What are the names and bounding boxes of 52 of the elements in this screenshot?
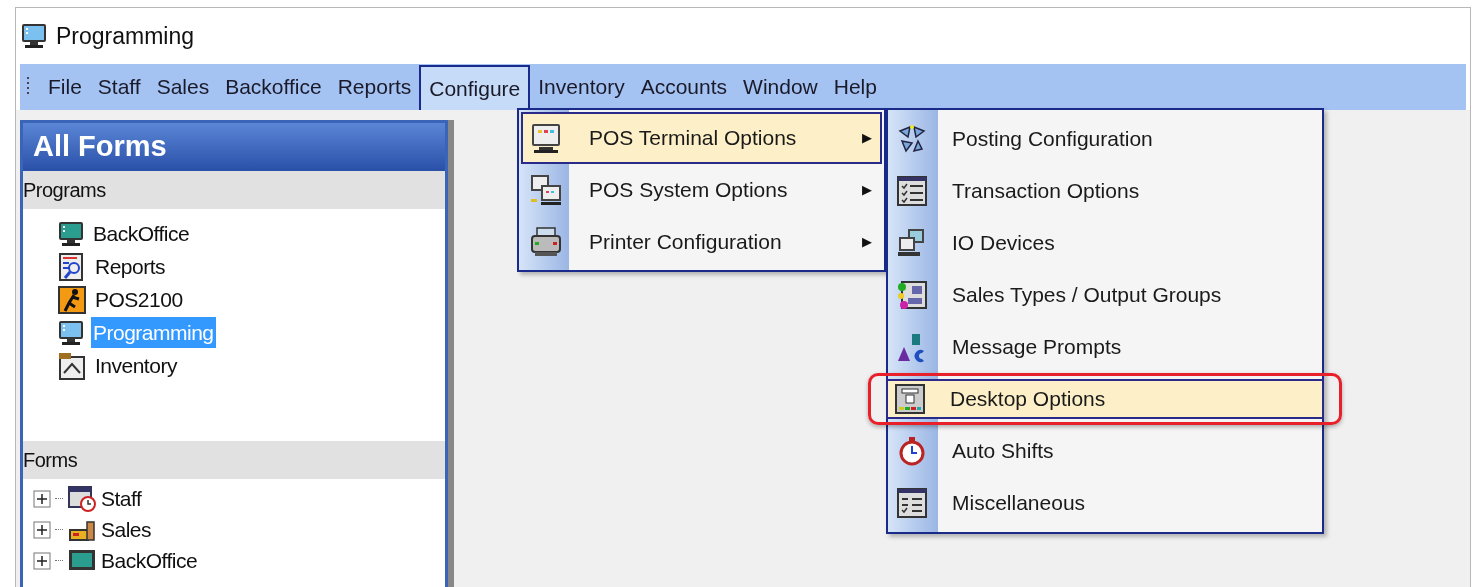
menu-option[interactable]: Posting Configuration: [888, 113, 1322, 165]
menu-item[interactable]: Inventory: [530, 64, 633, 110]
submenu-arrow: ▶: [862, 129, 872, 148]
menu-item[interactable]: Configure: [419, 65, 531, 111]
menu-item[interactable]: Sales: [148, 64, 218, 110]
expand-toggle-icon[interactable]: [33, 489, 51, 508]
window-title: Programming: [56, 21, 195, 51]
menu-item[interactable]: Window: [735, 64, 826, 110]
running-figure-icon: [57, 284, 87, 315]
program-item[interactable]: Reports: [93, 250, 168, 283]
menu-item[interactable]: File: [40, 64, 90, 110]
form-tree-item[interactable]: BackOffice: [101, 544, 198, 577]
menu-option[interactable]: POS System Options ▶: [521, 164, 882, 216]
form-list-icon: [896, 487, 928, 519]
computer-icon: [20, 22, 48, 50]
menu-item[interactable]: Staff: [89, 64, 149, 110]
networked-terminals-icon: [529, 173, 563, 207]
section-title: Forms: [23, 448, 78, 473]
computer-icon: [57, 219, 85, 248]
menu-option[interactable]: Message Prompts: [888, 321, 1322, 373]
panel-title: All Forms: [33, 129, 167, 165]
submenu-arrow: ▶: [862, 181, 872, 200]
program-item[interactable]: POS2100: [93, 283, 185, 316]
menu-option[interactable]: Transaction Options: [888, 165, 1322, 217]
menu-item[interactable]: Accounts: [632, 64, 736, 110]
program-item[interactable]: BackOffice: [91, 217, 192, 250]
menu-option[interactable]: Desktop Options: [886, 379, 1324, 419]
form-tree-item[interactable]: Staff: [101, 482, 142, 515]
inventory-icon: [57, 350, 87, 381]
submenu-arrow: ▶: [862, 233, 872, 252]
menu-option[interactable]: Printer Configuration ▶: [521, 216, 882, 268]
program-item[interactable]: Inventory: [93, 349, 179, 382]
menu-option[interactable]: Sales Types / Output Groups: [888, 269, 1322, 321]
terminal-icon: [529, 121, 563, 155]
menu-item[interactable]: Backoffice: [217, 64, 330, 110]
section-title: Programs: [23, 178, 106, 203]
schedule-clock-icon: [67, 484, 97, 513]
menu-option[interactable]: POS Terminal Options ▶: [521, 112, 882, 164]
sales-groups-icon: [896, 279, 928, 311]
menu-option[interactable]: IO Devices: [888, 217, 1322, 269]
menu-item[interactable]: Reports: [329, 64, 420, 110]
menu-item[interactable]: Help: [825, 64, 885, 110]
form-tree-item[interactable]: Sales: [101, 513, 152, 546]
menu-option[interactable]: Auto Shifts: [888, 425, 1322, 477]
desktop-unit-icon: [894, 383, 926, 415]
computer-icon: [57, 318, 85, 347]
checklist-icon: [896, 175, 928, 207]
expand-toggle-icon[interactable]: [33, 551, 51, 570]
expand-toggle-icon[interactable]: [33, 520, 51, 539]
printer-icon: [529, 225, 563, 259]
network-arrows-icon: [896, 123, 928, 155]
menu-option[interactable]: Miscellaneous: [888, 477, 1322, 529]
